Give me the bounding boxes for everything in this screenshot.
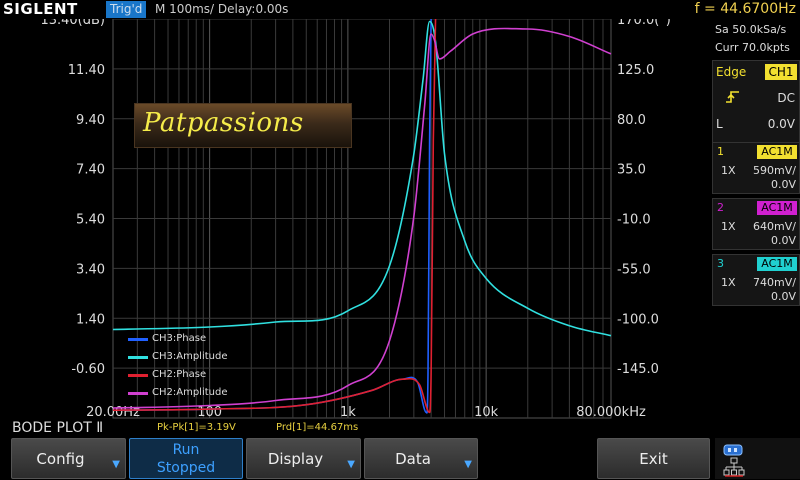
display-button[interactable]: Display ▼ — [246, 438, 361, 479]
config-label: Config — [36, 450, 85, 468]
softkey-menu-bar: Config ▼ Run Stopped Display ▼ Data ▼ Ex… — [0, 437, 800, 480]
channel-2-panel[interactable]: 2 AC1M 1X 640mV/ 0.0V — [712, 198, 800, 250]
data-button[interactable]: Data ▼ — [364, 438, 478, 479]
y2-tick-label: 125.0 — [617, 63, 654, 78]
legend-swatch — [128, 356, 148, 359]
y2-tick-label: -55.0 — [617, 262, 651, 277]
channel-coupling-badge: AC1M — [757, 201, 797, 215]
legend-label: CH2:Phase — [152, 369, 207, 380]
trigger-level-label: L — [716, 117, 723, 131]
x-tick-label: 80.000kHz — [576, 405, 646, 419]
channel-coupling-badge: AC1M — [757, 145, 797, 159]
y-tick-label: 7.40 — [76, 163, 105, 178]
down-arrow-icon: ▼ — [464, 459, 472, 470]
trigger-mode-label: Edge — [716, 65, 747, 79]
down-arrow-icon: ▼ — [347, 459, 355, 470]
channel-scale: 740mV/ — [753, 276, 796, 289]
channel-coupling-badge: AC1M — [757, 257, 797, 271]
config-button[interactable]: Config ▼ — [11, 438, 126, 479]
legend-item: CH2:Phase — [128, 368, 288, 382]
y-tick-label: 11.40 — [68, 63, 105, 78]
run-label: Run — [172, 442, 200, 458]
channel-probe: 1X — [721, 276, 736, 289]
data-label: Data — [395, 450, 431, 468]
down-arrow-icon: ▼ — [112, 459, 120, 470]
channel-number: 2 — [717, 201, 724, 214]
y2-tick-label: 80.0 — [617, 113, 646, 128]
bode-plot-area: 13.40(dB) 11.40 9.40 7.40 5.40 3.40 1.40 -0.60 1… — [0, 19, 711, 419]
y-tick-label: -0.60 — [71, 362, 105, 377]
exit-label: Exit — [639, 450, 668, 468]
y2-tick-label: 170.0(°) — [617, 19, 671, 28]
legend-item: CH3:Amplitude — [128, 350, 288, 364]
channel-offset: 0.0V — [770, 290, 796, 303]
channel-scale: 590mV/ — [753, 164, 796, 177]
channel-probe: 1X — [721, 220, 736, 233]
legend-item: CH2:Amplitude — [128, 386, 288, 400]
mode-label: BODE PLOT Ⅱ — [12, 420, 104, 436]
network-icon — [723, 457, 745, 480]
top-status-bar: SIGLENT Trig'd M 100ms/ Delay:0.00s f = … — [0, 0, 800, 19]
measurement-status-strip: BODE PLOT Ⅱ Pk-Pk[1]=3.19V Prd[1]=44.67m… — [0, 419, 711, 437]
y2-tick-label: -100.0 — [617, 312, 659, 327]
channel-number: 1 — [717, 145, 724, 158]
legend-label: CH3:Phase — [152, 333, 207, 344]
watermark-banner: Patpassions — [134, 103, 352, 148]
trigger-coupling: DC — [777, 91, 795, 105]
period-measurement: Prd[1]=44.67ms — [276, 422, 359, 433]
run-state-label: Stopped — [156, 460, 216, 476]
timebase-readout: M 100ms/ Delay:0.00s — [155, 2, 289, 16]
y-tick-label: 1.40 — [76, 312, 105, 327]
bode-chart: 13.40(dB) 11.40 9.40 7.40 5.40 3.40 1.40 -0.60 1… — [40, 19, 671, 419]
run-stop-button[interactable]: Run Stopped — [129, 438, 243, 479]
x-tick-label: 10k — [474, 405, 499, 419]
channel-number: 3 — [717, 257, 724, 270]
channel-offset: 0.0V — [770, 234, 796, 247]
y-tick-label: 9.40 — [76, 113, 105, 128]
rising-edge-icon — [725, 89, 741, 108]
legend-item: CH3:Phase — [128, 332, 288, 346]
y2-tick-label: 35.0 — [617, 163, 646, 178]
trigger-source-badge: CH1 — [765, 64, 797, 80]
channel-scale: 640mV/ — [753, 220, 796, 233]
y-tick-label: 5.40 — [76, 213, 105, 228]
exit-button[interactable]: Exit — [597, 438, 710, 479]
x-tick-label: 100 — [197, 405, 222, 419]
trigger-level: 0.0V — [767, 117, 795, 131]
legend-label: CH3:Amplitude — [152, 351, 228, 362]
legend-swatch — [128, 392, 148, 395]
channel-1-panel[interactable]: 1 AC1M 1X 590mV/ 0.0V — [712, 142, 800, 194]
y2-tick-label: -10.0 — [617, 213, 651, 228]
channel-probe: 1X — [721, 164, 736, 177]
legend-swatch — [128, 338, 148, 341]
right-info-panel: Sa 50.0kSa/s Curr 70.0kpts Edge CH1 DC L… — [711, 19, 800, 437]
y2-tick-label: -145.0 — [617, 362, 659, 377]
watermark-text: Patpassions — [143, 108, 304, 138]
y-tick-label: 13.40(dB) — [40, 19, 105, 28]
brand-logo: SIGLENT — [3, 0, 78, 18]
sample-rate-readout: Sa 50.0kSa/s — [715, 23, 787, 36]
trigger-status-badge: Trig'd — [106, 1, 147, 18]
channel-offset: 0.0V — [770, 178, 796, 191]
pk-pk-measurement: Pk-Pk[1]=3.19V — [157, 422, 236, 433]
x-tick-label: 1k — [340, 405, 356, 419]
memory-depth-readout: Curr 70.0kpts — [715, 41, 790, 54]
network-status-area — [715, 438, 800, 479]
legend-label: CH2:Amplitude — [152, 387, 228, 398]
display-label: Display — [267, 450, 324, 468]
y-tick-label: 3.40 — [76, 262, 105, 277]
channel-3-panel[interactable]: 3 AC1M 1X 740mV/ 0.0V — [712, 254, 800, 306]
legend-swatch — [128, 374, 148, 377]
frequency-readout: f = 44.6700Hz — [694, 1, 796, 17]
